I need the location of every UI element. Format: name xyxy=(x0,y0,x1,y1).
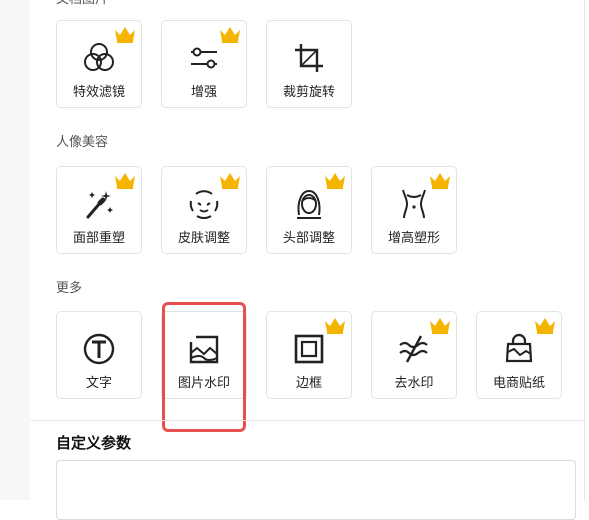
text-icon xyxy=(83,333,115,365)
tool-card-skin-adjust[interactable]: 皮肤调整 xyxy=(161,166,247,254)
tool-card-text[interactable]: 文字 xyxy=(56,311,142,399)
crown-icon xyxy=(220,27,240,43)
face-skin-icon xyxy=(189,190,219,219)
crown-icon xyxy=(535,318,555,334)
tool-card-enhance[interactable]: 增强 xyxy=(161,20,247,108)
tool-card-remove-watermark[interactable]: 去水印 xyxy=(371,311,457,399)
section-title-image-optimize: 文档图片 xyxy=(56,0,108,8)
tool-label-crop-rotate: 裁剪旋转 xyxy=(282,85,335,100)
tool-label-height-shape: 增高塑形 xyxy=(387,231,440,246)
right-divider xyxy=(584,0,585,500)
body-shape-icon xyxy=(402,189,426,219)
crown-icon xyxy=(220,173,240,189)
section-divider xyxy=(30,420,584,421)
highlight-box xyxy=(162,302,246,432)
filter-icon xyxy=(84,43,114,71)
tool-card-ecommerce-sticker[interactable]: 电商贴纸 xyxy=(476,311,562,399)
tool-label-border: 边框 xyxy=(295,376,322,391)
left-sidebar-strip xyxy=(0,0,30,500)
tool-label-face-reshape: 面部重塑 xyxy=(72,231,125,246)
tool-card-height-shape[interactable]: 增高塑形 xyxy=(371,166,457,254)
custom-params-title: 自定义参数 xyxy=(56,434,132,452)
tool-label-head-adjust: 头部调整 xyxy=(282,231,335,246)
section-title-portrait: 人像美容 xyxy=(56,135,109,150)
tool-card-head-adjust[interactable]: 头部调整 xyxy=(266,166,352,254)
border-icon xyxy=(294,334,324,364)
tool-card-border[interactable]: 边框 xyxy=(266,311,352,399)
tool-label-remove-watermark: 去水印 xyxy=(394,376,434,391)
sliders-icon xyxy=(191,47,217,69)
tool-label-filter: 特效滤镜 xyxy=(72,85,125,100)
tool-label-skin-adjust: 皮肤调整 xyxy=(177,231,230,246)
tool-card-filter[interactable]: 特效滤镜 xyxy=(56,20,142,108)
remove-watermark-icon xyxy=(399,335,428,363)
section-title-more: 更多 xyxy=(56,281,83,296)
tool-label-ecommerce-sticker: 电商贴纸 xyxy=(492,376,545,391)
head-icon xyxy=(297,189,321,219)
tool-label-enhance: 增强 xyxy=(190,85,217,100)
crown-icon xyxy=(325,318,345,334)
shopping-bag-icon xyxy=(505,333,533,363)
tool-label-text: 文字 xyxy=(85,376,112,391)
crown-icon xyxy=(115,27,135,43)
tool-card-crop-rotate[interactable]: 裁剪旋转 xyxy=(266,20,352,108)
crown-icon xyxy=(430,173,450,189)
custom-params-input[interactable] xyxy=(56,460,576,520)
crown-icon xyxy=(115,173,135,189)
magic-wand-icon xyxy=(86,191,113,219)
crown-icon xyxy=(430,318,450,334)
crown-icon xyxy=(325,173,345,189)
tool-card-face-reshape[interactable]: 面部重塑 xyxy=(56,166,142,254)
crop-icon xyxy=(295,44,323,72)
